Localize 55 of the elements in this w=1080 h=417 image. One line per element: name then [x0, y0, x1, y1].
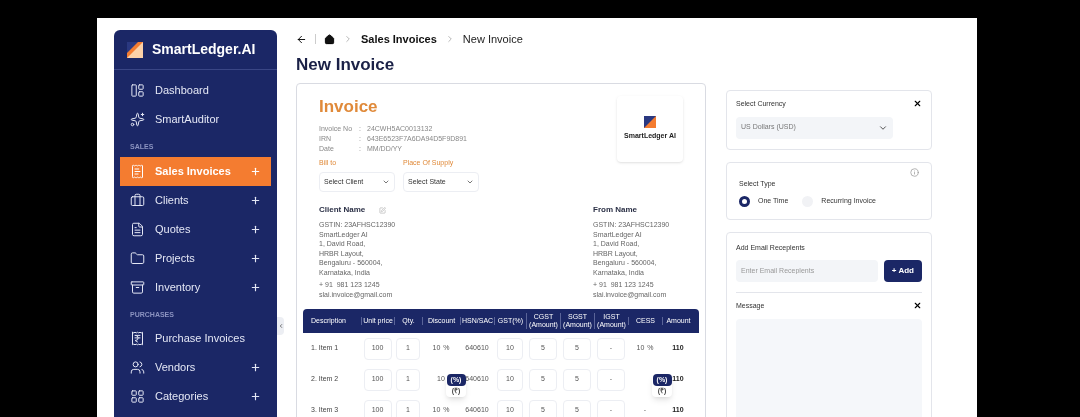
plus-icon[interactable]: [250, 391, 261, 402]
plus-icon[interactable]: [250, 194, 261, 206]
page-title: New Invoice: [296, 53, 396, 76]
item-label: Clients: [155, 192, 190, 208]
collapse-handle[interactable]: [277, 317, 284, 335]
invoice-heading: Invoice: [319, 96, 379, 118]
chevron-down-icon: [466, 178, 474, 186]
item-label: Purchase Invoices: [155, 331, 246, 347]
item-label: Dashboard: [155, 83, 210, 99]
sidebar-item[interactable]: SmartAuditor: [120, 105, 271, 134]
briefcase-icon: [130, 192, 145, 208]
chevron-down-icon: [382, 178, 390, 186]
folder-icon: [130, 250, 145, 266]
item-label: Quotes: [155, 221, 192, 237]
chevron-right-icon: [343, 34, 353, 45]
plus-icon[interactable]: [250, 362, 261, 373]
breadcrumb-link[interactable]: Sales Invoices: [361, 31, 437, 48]
item-label: Inventory: [155, 279, 202, 295]
receipt-icon: [130, 163, 145, 179]
plus-icon[interactable]: [250, 281, 261, 293]
back-icon[interactable]: [296, 33, 307, 45]
document-icon: [130, 221, 145, 237]
sidebar-item[interactable]: Vendors: [120, 353, 271, 382]
party-title: Client Name: [319, 204, 366, 216]
radio-button[interactable]: [739, 196, 750, 207]
grid-icon: [130, 389, 145, 404]
archive-box-icon: [130, 279, 145, 295]
close-icon[interactable]: [913, 300, 922, 310]
breadcrumb-current: New Invoice: [462, 32, 523, 47]
sidebar-item[interactable]: Dashboard: [120, 76, 271, 105]
sidebar-item[interactable]: Clients: [120, 185, 271, 215]
item-label: Sales Invoices: [155, 163, 232, 179]
chevron-left-icon: [277, 323, 284, 329]
brand-name: SmartLedger.AI: [152, 40, 256, 59]
item-label: Categories: [155, 389, 210, 405]
add-button[interactable]: + Add: [883, 259, 922, 282]
sidebar-item[interactable]: Quotes: [120, 214, 271, 244]
plus-icon[interactable]: [250, 223, 261, 235]
item-label: SmartAuditor: [155, 112, 221, 128]
item-label: Projects: [155, 250, 196, 266]
dashboard-icon: [130, 83, 145, 98]
item-label: Vendors: [155, 360, 197, 376]
logo-icon: [126, 40, 144, 59]
sparkle-icon: [130, 112, 145, 127]
logo-icon: [644, 116, 656, 129]
sidebar-item[interactable]: Purchase Invoices: [120, 324, 271, 353]
sidebar-item[interactable]: Categories: [120, 382, 271, 411]
close-icon[interactable]: [913, 99, 922, 108]
sidebar-item[interactable]: Projects: [120, 243, 271, 273]
sidebar-item[interactable]: Inventory: [120, 272, 271, 302]
home-icon[interactable]: [324, 33, 335, 45]
rupee-receipt-icon: [130, 331, 145, 346]
party-title: From Name: [593, 204, 637, 216]
plus-icon[interactable]: [250, 252, 261, 264]
users-icon: [130, 360, 145, 375]
